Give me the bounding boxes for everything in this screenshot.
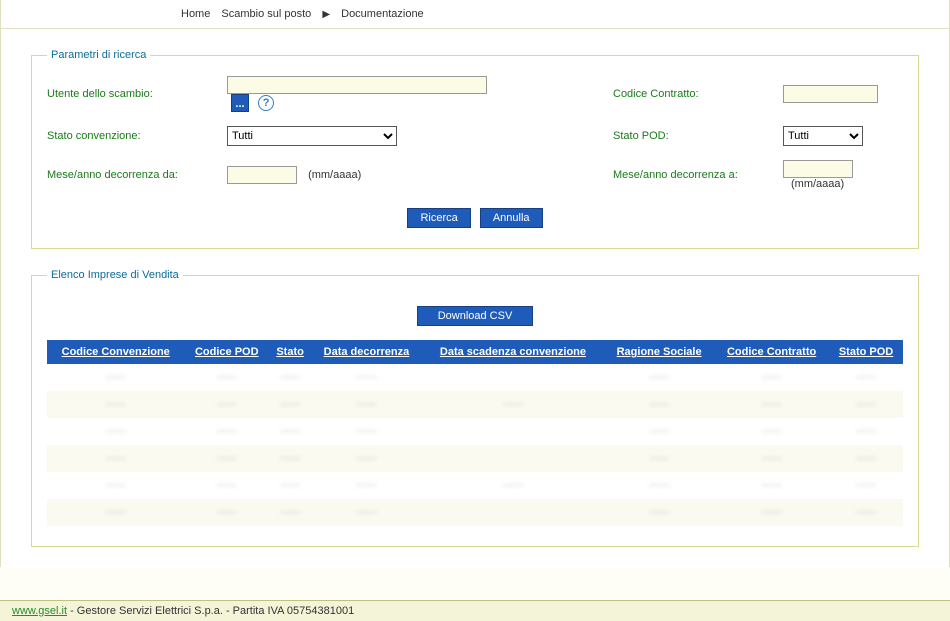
table-cell: —— xyxy=(829,472,903,499)
table-cell: —— xyxy=(422,472,604,499)
table-cell: —— xyxy=(184,499,269,526)
table-cell: —— xyxy=(47,391,184,418)
table-cell: —— xyxy=(184,364,269,391)
table-cell: —— xyxy=(47,418,184,445)
breadcrumb-home[interactable]: Home xyxy=(181,8,210,20)
table-cell: —— xyxy=(604,499,714,526)
table-cell: —— xyxy=(269,472,311,499)
table-cell: —— xyxy=(311,418,422,445)
chevron-right-icon: ▶ xyxy=(322,9,330,20)
col-codice-pod[interactable]: Codice POD xyxy=(184,340,269,364)
mm-hint-a: (mm/aaaa) xyxy=(791,178,844,190)
table-cell: —— xyxy=(714,364,829,391)
breadcrumb-last: Documentazione xyxy=(341,8,424,20)
table-row: —————————————— xyxy=(47,364,903,391)
table-cell: —— xyxy=(604,391,714,418)
table-cell: —— xyxy=(269,418,311,445)
table-cell: —— xyxy=(184,391,269,418)
col-data-scadenza[interactable]: Data scadenza convenzione xyxy=(422,340,604,364)
table-cell xyxy=(422,445,604,472)
table-cell: —— xyxy=(47,364,184,391)
download-csv-button[interactable]: Download CSV xyxy=(417,306,534,326)
decorr-da-label: Mese/anno decorrenza da: xyxy=(47,169,227,181)
table-cell: —— xyxy=(47,499,184,526)
col-codice-convenzione[interactable]: Codice Convenzione xyxy=(47,340,184,364)
table-cell: —— xyxy=(604,445,714,472)
table-cell xyxy=(422,418,604,445)
col-codice-contratto[interactable]: Codice Contratto xyxy=(714,340,829,364)
table-cell: —— xyxy=(714,472,829,499)
decorr-da-input[interactable] xyxy=(227,166,297,184)
table-row: ———————————————— xyxy=(47,472,903,499)
codice-contratto-label: Codice Contratto: xyxy=(613,88,783,100)
breadcrumb: Home Scambio sul posto ▶ Documentazione xyxy=(1,0,949,29)
table-cell: —— xyxy=(829,418,903,445)
table-cell: —— xyxy=(311,472,422,499)
table-cell xyxy=(422,499,604,526)
decorr-a-input[interactable] xyxy=(783,160,853,178)
table-cell: —— xyxy=(829,364,903,391)
table-cell: —— xyxy=(311,391,422,418)
col-data-decorrenza[interactable]: Data decorrenza xyxy=(311,340,422,364)
table-cell: —— xyxy=(269,391,311,418)
decorr-a-label: Mese/anno decorrenza a: xyxy=(613,169,783,181)
table-cell: —— xyxy=(714,391,829,418)
mm-hint-da: (mm/aaaa) xyxy=(308,169,361,181)
list-legend: Elenco Imprese di Vendita xyxy=(47,269,183,281)
table-cell: —— xyxy=(714,445,829,472)
search-panel: Parametri di ricerca Utente dello scambi… xyxy=(31,49,919,249)
col-ragione-sociale[interactable]: Ragione Sociale xyxy=(604,340,714,364)
footer-text: - Gestore Servizi Elettrici S.p.a. - Par… xyxy=(67,605,354,617)
table-cell: —— xyxy=(269,364,311,391)
table-cell: —— xyxy=(604,364,714,391)
utente-input[interactable] xyxy=(227,76,487,94)
table-row: —————————————— xyxy=(47,418,903,445)
list-panel: Elenco Imprese di Vendita Download CSV C… xyxy=(31,269,919,547)
table-cell: —— xyxy=(422,391,604,418)
stato-conv-label: Stato convenzione: xyxy=(47,130,227,142)
table-cell: —— xyxy=(311,445,422,472)
table-cell: —— xyxy=(311,499,422,526)
ricerca-button[interactable]: Ricerca xyxy=(407,208,470,228)
utente-label: Utente dello scambio: xyxy=(47,88,227,100)
table-cell: —— xyxy=(714,418,829,445)
table-cell: —— xyxy=(269,445,311,472)
results-table: Codice Convenzione Codice POD Stato Data… xyxy=(47,340,903,526)
table-row: ———————————————— xyxy=(47,391,903,418)
table-cell: —— xyxy=(604,472,714,499)
stato-conv-select[interactable]: Tutti xyxy=(227,126,397,146)
table-row: —————————————— xyxy=(47,499,903,526)
table-cell: —— xyxy=(269,499,311,526)
col-stato-pod[interactable]: Stato POD xyxy=(829,340,903,364)
table-cell xyxy=(422,364,604,391)
table-cell: —— xyxy=(184,445,269,472)
table-cell: —— xyxy=(47,445,184,472)
annulla-button[interactable]: Annulla xyxy=(480,208,543,228)
search-legend: Parametri di ricerca xyxy=(47,49,150,61)
stato-pod-select[interactable]: Tutti xyxy=(783,126,863,146)
footer-link[interactable]: www.gsel.it xyxy=(12,605,67,617)
table-row: —————————————— xyxy=(47,445,903,472)
codice-contratto-input[interactable] xyxy=(783,85,878,103)
table-cell: —— xyxy=(829,391,903,418)
table-cell: —— xyxy=(47,472,184,499)
table-cell: —— xyxy=(311,364,422,391)
table-cell: —— xyxy=(184,472,269,499)
col-stato[interactable]: Stato xyxy=(269,340,311,364)
breadcrumb-mid[interactable]: Scambio sul posto xyxy=(221,8,311,20)
table-cell: —— xyxy=(604,418,714,445)
table-cell: —— xyxy=(829,445,903,472)
stato-pod-label: Stato POD: xyxy=(613,130,783,142)
lookup-button[interactable]: ... xyxy=(231,94,249,112)
footer: www.gsel.it - Gestore Servizi Elettrici … xyxy=(0,600,950,621)
help-icon[interactable]: ? xyxy=(258,95,274,111)
table-cell: —— xyxy=(714,499,829,526)
table-cell: —— xyxy=(829,499,903,526)
table-cell: —— xyxy=(184,418,269,445)
